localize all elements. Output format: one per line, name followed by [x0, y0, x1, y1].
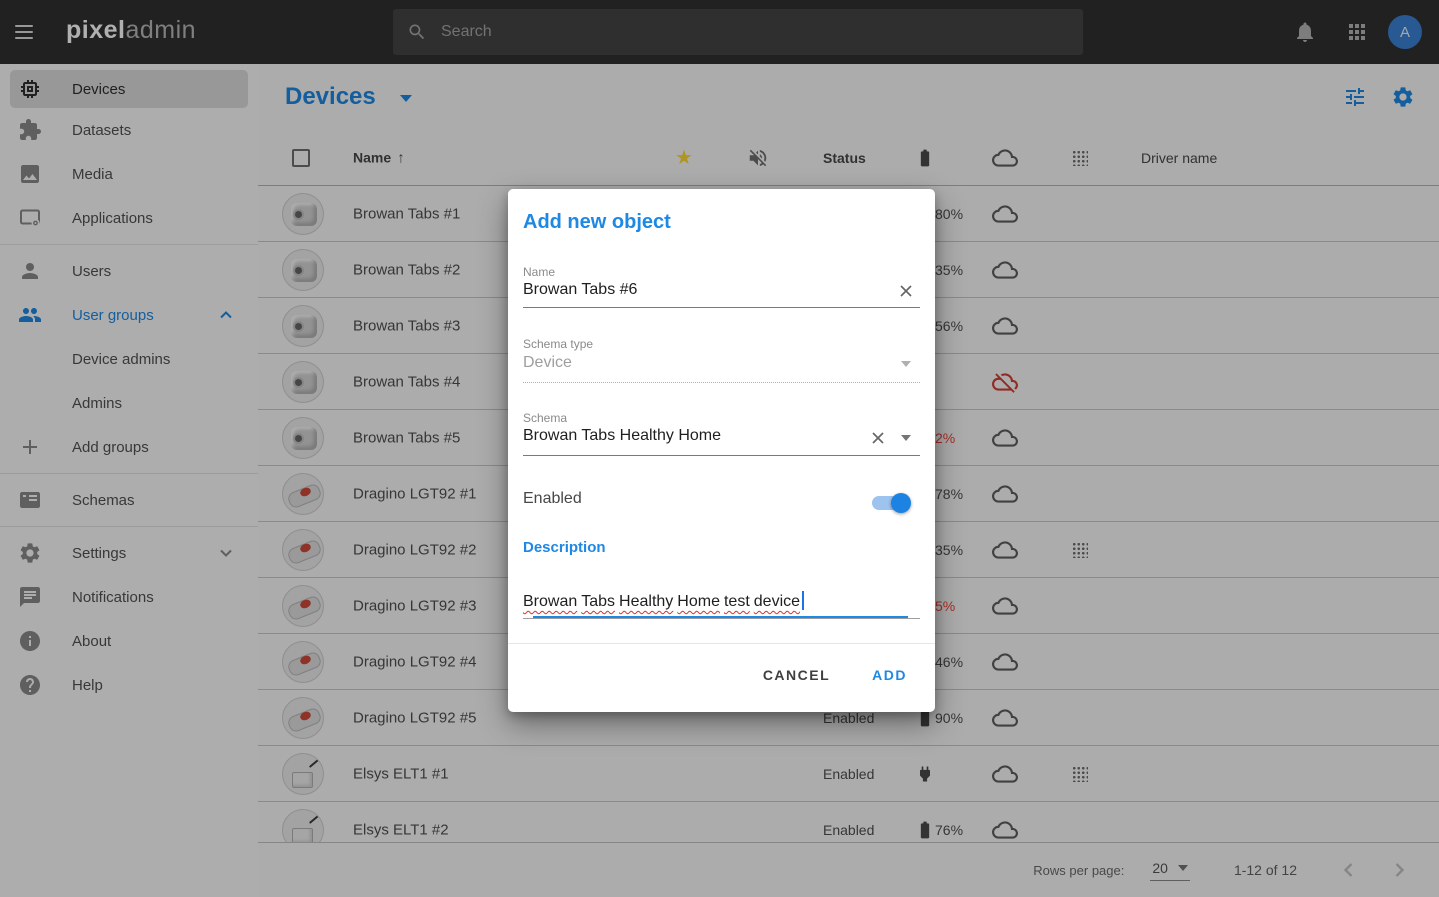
select-caret-icon[interactable] — [901, 435, 911, 441]
schema-field-label: Schema — [523, 411, 567, 425]
app-window: pixeladmin A Devices Datasets Media Appl… — [0, 0, 1439, 897]
name-input[interactable]: Browan Tabs #6 — [523, 281, 637, 299]
enabled-label: Enabled — [523, 490, 582, 508]
clear-name-icon[interactable] — [896, 281, 916, 301]
description-focus-underline — [533, 616, 908, 618]
name-field-label: Name — [523, 265, 555, 279]
add-object-dialog: Add new object Name Browan Tabs #6 Schem… — [508, 189, 935, 712]
schema-type-select[interactable]: Device — [523, 354, 572, 372]
schema-field-underline — [523, 455, 920, 456]
dialog-divider — [508, 643, 935, 644]
schema-type-label: Schema type — [523, 337, 593, 351]
description-underline — [523, 618, 920, 619]
description-label[interactable]: Description — [523, 539, 606, 556]
name-field-underline — [523, 307, 920, 308]
enabled-toggle[interactable] — [869, 493, 911, 513]
dialog-title: Add new object — [523, 211, 671, 234]
clear-schema-icon[interactable] — [868, 428, 888, 448]
dialog-actions: CANCEL ADD — [761, 659, 909, 691]
select-caret-icon[interactable] — [901, 361, 911, 367]
schema-type-underline — [523, 382, 920, 383]
cancel-button[interactable]: CANCEL — [761, 659, 832, 691]
description-input[interactable]: BrowanTabsHealthyHometestdevice — [523, 591, 804, 611]
text-caret — [802, 591, 804, 610]
add-button[interactable]: ADD — [870, 659, 909, 691]
schema-select[interactable]: Browan Tabs Healthy Home — [523, 427, 721, 445]
